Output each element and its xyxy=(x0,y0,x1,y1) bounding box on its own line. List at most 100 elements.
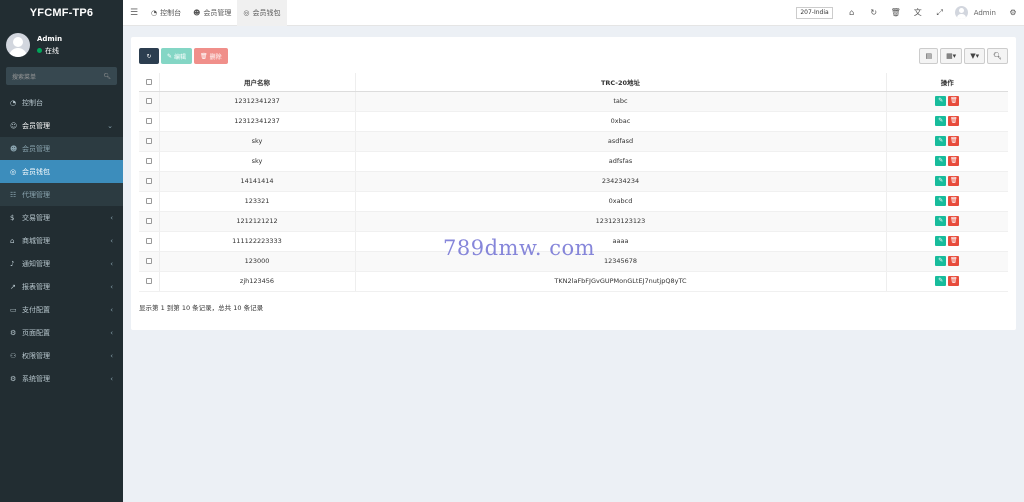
column-header-username[interactable]: 用户名称 xyxy=(159,73,356,92)
row-delete-button[interactable]: 🗑︎ xyxy=(948,216,960,226)
trash-icon[interactable]: 🗑︎ xyxy=(885,8,907,17)
row-checkbox[interactable] xyxy=(145,218,152,224)
sidebar-item[interactable]: ↗ 报表管理 ‹ xyxy=(0,275,123,298)
delete-button[interactable]: 🗑︎ 删除 xyxy=(194,48,228,64)
sidebar-search-input[interactable]: 搜索菜单 🔍︎ xyxy=(6,67,117,85)
column-header-address[interactable]: TRC-20地址 xyxy=(355,73,887,92)
row-select-cell xyxy=(139,151,160,172)
sidebar-item[interactable]: ☻ 会员管理 xyxy=(0,137,123,160)
username-cell: sky xyxy=(159,151,356,172)
table-row[interactable]: sky adfsfas ✎ 🗑︎ xyxy=(139,151,1008,172)
row-delete-button[interactable]: 🗑︎ xyxy=(948,196,960,206)
refresh-icon[interactable]: ↻ xyxy=(863,8,885,17)
row-edit-button[interactable]: ✎ xyxy=(935,276,947,286)
row-delete-button[interactable]: 🗑︎ xyxy=(948,236,960,246)
pencil-icon: ✎ xyxy=(938,257,944,264)
pencil-icon: ✎ xyxy=(938,197,944,204)
row-delete-button[interactable]: 🗑︎ xyxy=(948,156,960,166)
nav-tab[interactable]: ◎ 会员钱包 xyxy=(237,0,287,26)
pencil-icon: ✎ xyxy=(167,52,173,60)
table-row[interactable]: 14141414 234234234 ✎ 🗑︎ xyxy=(139,171,1008,192)
export-button[interactable]: ▼▾ xyxy=(964,48,986,64)
row-edit-button[interactable]: ✎ xyxy=(935,136,947,146)
app-logo[interactable]: YFCMF-TP6 xyxy=(0,0,123,26)
trash-icon: 🗑︎ xyxy=(949,217,958,224)
columns-button[interactable]: ▦▾ xyxy=(940,48,963,64)
sidebar-item[interactable]: ⚙ 页面配置 ‹ xyxy=(0,321,123,344)
sidebar-item[interactable]: ⚇ 权限管理 ‹ xyxy=(0,344,123,367)
row-edit-button[interactable]: ✎ xyxy=(935,256,947,266)
menu-toggle-icon[interactable]: ☰ xyxy=(123,8,145,18)
row-checkbox[interactable] xyxy=(145,198,152,204)
pencil-icon: ✎ xyxy=(938,177,944,184)
row-delete-button[interactable]: 🗑︎ xyxy=(948,256,960,266)
sidebar-item[interactable]: $ 交易管理 ‹ xyxy=(0,206,123,229)
row-delete-button[interactable]: 🗑︎ xyxy=(948,96,960,106)
sidebar-item[interactable]: ◎ 会员钱包 xyxy=(0,160,123,183)
username-cell: 12312341237 xyxy=(159,111,356,132)
search-button[interactable]: 🔍︎ xyxy=(987,48,1008,64)
select-all-checkbox[interactable] xyxy=(145,78,152,85)
home-icon[interactable]: ⌂ xyxy=(841,8,863,17)
table-row[interactable]: sky asdfasd ✎ 🗑︎ xyxy=(139,131,1008,152)
row-checkbox[interactable] xyxy=(145,118,152,124)
table-row[interactable]: 12312341237 0xbac ✎ 🗑︎ xyxy=(139,111,1008,132)
table-header-row: 用户名称 TRC-20地址 操作 xyxy=(139,73,1008,92)
row-edit-button[interactable]: ✎ xyxy=(935,96,947,106)
header-user-name: Admin xyxy=(973,8,996,17)
pencil-icon: ✎ xyxy=(938,117,944,124)
row-delete-button[interactable]: 🗑︎ xyxy=(948,116,960,126)
row-select-cell xyxy=(139,191,160,212)
export-icon: ▼▾ xyxy=(970,52,980,60)
nav-tab[interactable]: ☻ 会员管理 xyxy=(187,0,237,26)
row-edit-button[interactable]: ✎ xyxy=(935,236,947,246)
sidebar-item[interactable]: ▭ 支付配置 ‹ xyxy=(0,298,123,321)
row-checkbox[interactable] xyxy=(145,258,152,264)
row-checkbox[interactable] xyxy=(145,178,152,184)
sidebar-item[interactable]: ♪ 通知管理 ‹ xyxy=(0,252,123,275)
table-row[interactable]: zjh123456 TKN2laFbFJGvGUPMonGLtEJ7nutjpQ8… xyxy=(139,271,1008,292)
row-edit-button[interactable]: ✎ xyxy=(935,116,947,126)
address-cell: asdfasd xyxy=(355,131,887,152)
refresh-button[interactable]: ↻ xyxy=(139,48,159,64)
table-toolbar: ↻ ✎ 编辑 🗑︎ 删除 xyxy=(139,48,228,64)
table-row[interactable]: 123321 0xabcd ✎ 🗑︎ xyxy=(139,191,1008,212)
row-delete-button[interactable]: 🗑︎ xyxy=(948,276,960,286)
edit-button[interactable]: ✎ 编辑 xyxy=(161,48,193,64)
address-cell: adfsfas xyxy=(355,151,887,172)
nav-tab-label: 控制台 xyxy=(160,8,182,17)
header-user[interactable]: Admin xyxy=(954,6,996,19)
row-checkbox[interactable] xyxy=(145,238,152,244)
row-edit-button[interactable]: ✎ xyxy=(935,156,947,166)
row-delete-button[interactable]: 🗑︎ xyxy=(948,136,960,146)
row-delete-button[interactable]: 🗑︎ xyxy=(948,176,960,186)
sidebar-item[interactable]: ⌂ 商城管理 ‹ xyxy=(0,229,123,252)
language-select[interactable]: 207-India xyxy=(796,6,833,19)
row-edit-button[interactable]: ✎ xyxy=(935,196,947,206)
toggle-view-button[interactable]: ▤ xyxy=(919,48,939,64)
user-status-text: 在线 xyxy=(45,46,59,55)
sidebar-item[interactable]: ⚙ 系统管理 ‹ xyxy=(0,367,123,390)
nav-tab[interactable]: ◔ 控制台 xyxy=(145,0,187,26)
fullscreen-icon[interactable]: ⤢ xyxy=(929,8,951,18)
sidebar-item-label: 交易管理 xyxy=(22,213,50,222)
sidebar-item[interactable]: ☷ 代理管理 xyxy=(0,183,123,206)
search-icon[interactable]: 🔍︎ xyxy=(103,73,111,80)
table-row[interactable]: 12312341237 tabc ✎ 🗑︎ xyxy=(139,91,1008,112)
translate-icon[interactable]: 文 xyxy=(907,7,929,18)
row-edit-button[interactable]: ✎ xyxy=(935,216,947,226)
chevron-left-icon: ‹ xyxy=(110,305,113,314)
row-checkbox[interactable] xyxy=(145,98,152,104)
sidebar-item[interactable]: ◔ 控制台 xyxy=(0,91,123,114)
sidebar-item[interactable]: ☺ 会员管理 ⌄ xyxy=(0,114,123,137)
wallet-icon: ◎ xyxy=(243,8,250,17)
header-avatar xyxy=(954,6,968,19)
trash-icon: 🗑︎ xyxy=(949,277,958,284)
row-checkbox[interactable] xyxy=(145,278,152,284)
row-checkbox[interactable] xyxy=(145,138,152,144)
row-checkbox[interactable] xyxy=(145,158,152,164)
row-edit-button[interactable]: ✎ xyxy=(935,176,947,186)
card-icon: ▭ xyxy=(10,305,17,314)
table-row[interactable]: 1212121212 123123123123 ✎ 🗑︎ xyxy=(139,211,1008,232)
settings-icon[interactable]: ⚙ xyxy=(1002,8,1024,17)
